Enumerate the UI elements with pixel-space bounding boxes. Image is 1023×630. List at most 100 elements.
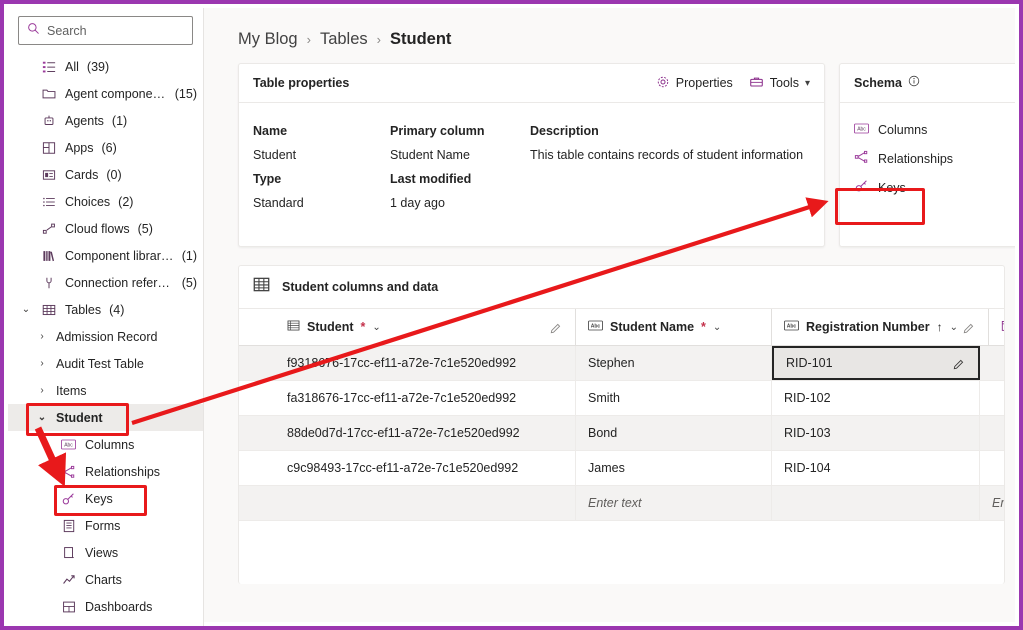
sidebar-item-count: (5): [137, 221, 153, 236]
sidebar-item-count: (0): [106, 167, 122, 182]
chevron-down-icon[interactable]: ⌄: [950, 322, 958, 333]
sidebar-item-label: Agent components: [65, 86, 167, 101]
sidebar-item-keys[interactable]: Keys: [8, 485, 203, 512]
gutter-row[interactable]: [239, 416, 275, 451]
search-input[interactable]: Search: [18, 16, 193, 45]
abc-icon: Abc: [854, 123, 869, 137]
sidebar-item-choices[interactable]: Choices (2): [8, 188, 203, 215]
gutter-row[interactable]: [239, 346, 275, 381]
tools-button[interactable]: Tools ▾: [749, 75, 810, 92]
table-properties-card: Table properties Properties Tools ▾ Name…: [238, 63, 825, 247]
search-placeholder: Search: [47, 23, 87, 38]
table-properties-title: Table properties: [253, 76, 350, 90]
column-header-registration-number[interactable]: Abc Registration Number ↑ ⌄: [772, 309, 990, 345]
chevron-right-icon[interactable]: ›: [36, 385, 48, 396]
sidebar-item-audit-test-table[interactable]: › Audit Test Table: [8, 350, 203, 377]
required-marker: *: [360, 320, 366, 334]
schema-item-relationships[interactable]: Relationships: [840, 144, 1015, 173]
chevron-down-icon[interactable]: ⌄: [372, 322, 380, 333]
table-row[interactable]: 88de0d7d-17cc-ef11-a72e-7c1e520ed992 Bon…: [275, 416, 1004, 451]
cell-student-name[interactable]: Stephen: [576, 346, 772, 380]
cell-student-name[interactable]: Bond: [576, 416, 772, 450]
cell-registration-number[interactable]: RID-104: [772, 451, 980, 485]
sidebar-item-views[interactable]: Views: [8, 539, 203, 566]
column-header-admission-date[interactable]: 21 A: [989, 309, 1004, 345]
info-icon[interactable]: [908, 74, 920, 92]
sidebar-item-cards[interactable]: Cards (0): [8, 161, 203, 188]
breadcrumb-root[interactable]: My Blog: [238, 30, 298, 49]
table-row[interactable]: fa318676-17cc-ef11-a72e-7c1e520ed992 Smi…: [275, 381, 1004, 416]
sidebar-item-label: Dashboards: [85, 599, 153, 614]
new-cell-admission-date[interactable]: Enter: [980, 486, 1004, 520]
pencil-icon[interactable]: [963, 321, 976, 334]
table-row[interactable]: f9318676-17cc-ef11-a72e-7c1e520ed992 Ste…: [275, 346, 1004, 381]
chevron-down-icon[interactable]: ⌄: [713, 322, 721, 333]
chevron-right-icon[interactable]: ›: [36, 331, 48, 342]
chevron-down-icon[interactable]: ▾: [805, 78, 810, 89]
sidebar-item-connection-references[interactable]: Connection references (5): [8, 269, 203, 296]
chevron-down-icon[interactable]: ⌄: [20, 304, 32, 315]
table-row-new[interactable]: Enter text Enter: [275, 486, 1004, 521]
sidebar-item-tables[interactable]: ⌄ Tables (4): [8, 296, 203, 323]
folder-icon: [40, 87, 57, 101]
sidebar-item-apps[interactable]: Apps (6): [8, 134, 203, 161]
cell-student[interactable]: c9c98493-17cc-ef11-a72e-7c1e520ed992: [275, 451, 576, 485]
new-cell-student[interactable]: [275, 486, 576, 520]
list-icon: [40, 60, 57, 74]
sidebar-item-business-rules[interactable]: Business rules: [8, 620, 203, 626]
sidebar-item-agents[interactable]: Agents (1): [8, 107, 203, 134]
breadcrumb-tables[interactable]: Tables: [320, 30, 368, 49]
gutter-row-new[interactable]: [239, 486, 275, 521]
calendar-icon: 21: [1001, 319, 1004, 335]
sidebar-item-forms[interactable]: Forms: [8, 512, 203, 539]
schema-item-columns[interactable]: Abc Columns: [840, 115, 1015, 144]
left-sidebar: Search All (39) Agent components (15) Ag…: [8, 8, 204, 626]
sidebar-item-label: Items: [56, 383, 87, 398]
sidebar-item-all[interactable]: All (39): [8, 53, 203, 80]
sidebar-item-items[interactable]: › Items: [8, 377, 203, 404]
sort-ascending-icon[interactable]: ↑: [937, 320, 943, 334]
pencil-icon[interactable]: [550, 321, 563, 334]
cell-registration-number[interactable]: RID-103: [772, 416, 980, 450]
column-header-student[interactable]: Student * ⌄: [275, 309, 576, 345]
sidebar-item-dashboards[interactable]: Dashboards: [8, 593, 203, 620]
schema-item-keys[interactable]: Keys: [840, 173, 1015, 202]
sidebar-item-relationships[interactable]: Relationships: [8, 458, 203, 485]
sidebar-item-columns[interactable]: Abc Columns: [8, 431, 203, 458]
prop-spacer: [530, 191, 810, 215]
chevron-down-icon[interactable]: ⌄: [36, 412, 48, 423]
key-icon: [60, 492, 77, 506]
table-icon: [40, 303, 57, 317]
pencil-icon[interactable]: [953, 357, 966, 370]
cell-admission-date[interactable]: [980, 416, 1004, 450]
sidebar-item-admission-record[interactable]: › Admission Record: [8, 323, 203, 350]
cell-admission-date[interactable]: [980, 451, 1004, 485]
table-row[interactable]: c9c98493-17cc-ef11-a72e-7c1e520ed992 Jam…: [275, 451, 1004, 486]
gutter-row[interactable]: [239, 451, 275, 486]
cell-registration-number-selected[interactable]: RID-101: [772, 346, 980, 380]
cell-student[interactable]: f9318676-17cc-ef11-a72e-7c1e520ed992: [275, 346, 576, 380]
sidebar-item-count: (5): [181, 275, 197, 290]
sidebar-item-student[interactable]: ⌄ Student: [8, 404, 203, 431]
sidebar-item-charts[interactable]: Charts: [8, 566, 203, 593]
cell-student-name[interactable]: James: [576, 451, 772, 485]
new-cell-registration-number[interactable]: [772, 486, 980, 520]
cell-student[interactable]: fa318676-17cc-ef11-a72e-7c1e520ed992: [275, 381, 576, 415]
gutter-row[interactable]: [239, 381, 275, 416]
chevron-right-icon[interactable]: ›: [36, 358, 48, 369]
cell-admission-date[interactable]: [980, 381, 1004, 415]
cell-student[interactable]: 88de0d7d-17cc-ef11-a72e-7c1e520ed992: [275, 416, 576, 450]
sidebar-item-cloud-flows[interactable]: Cloud flows (5): [8, 215, 203, 242]
new-cell-student-name[interactable]: Enter text: [576, 486, 772, 520]
sidebar-item-agent-components[interactable]: Agent components (15): [8, 80, 203, 107]
sidebar-item-label: Component libraries: [65, 248, 174, 263]
column-header-student-name[interactable]: Abc Student Name * ⌄: [576, 309, 772, 345]
cell-registration-number[interactable]: RID-102: [772, 381, 980, 415]
cell-admission-date[interactable]: [980, 346, 1004, 380]
sidebar-item-label: Keys: [85, 491, 113, 506]
sidebar-item-component-libraries[interactable]: Component libraries (1): [8, 242, 203, 269]
properties-button[interactable]: Properties: [656, 75, 733, 92]
schema-item-label: Relationships: [878, 151, 954, 166]
cell-student-name[interactable]: Smith: [576, 381, 772, 415]
flow-icon: [40, 222, 57, 236]
